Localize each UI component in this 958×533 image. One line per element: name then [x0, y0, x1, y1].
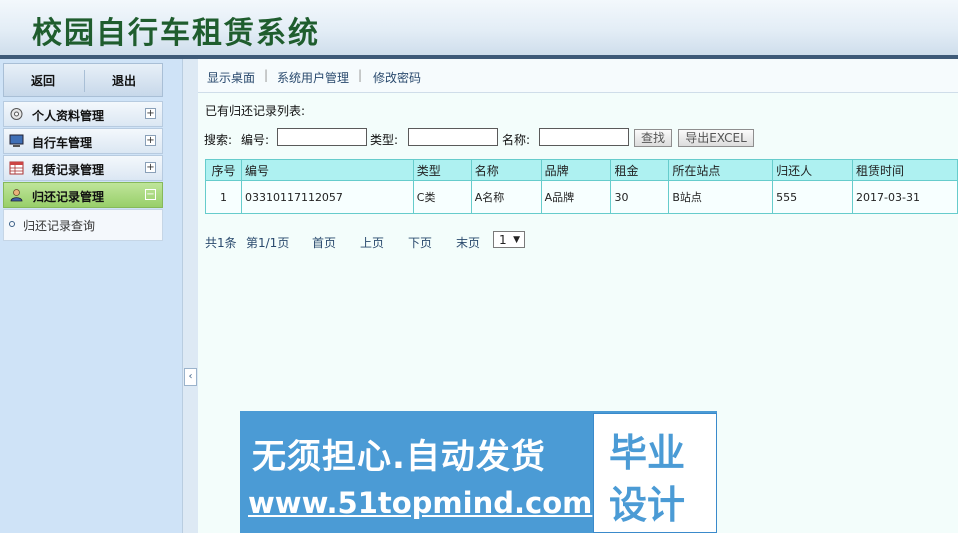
column-header: 类型: [412, 159, 472, 181]
watermark-line1: 无须担心.自动发货: [252, 437, 546, 477]
sidebar-item-returns[interactable]: 归还记录管理 −: [3, 182, 163, 208]
table-icon: [9, 161, 24, 175]
watermark-box: 毕业 设计: [593, 413, 717, 533]
last-page-link[interactable]: 末页: [456, 234, 480, 251]
sidebar-item-bicycles[interactable]: 自行车管理 +: [3, 128, 163, 154]
table-cell: 03310117112057: [240, 180, 414, 214]
column-header: 编号: [240, 159, 414, 181]
page-info: 第1/1页: [246, 236, 290, 250]
column-header: 租金: [610, 159, 670, 181]
column-header: 所在站点: [668, 159, 774, 181]
sidebar-item-profile[interactable]: 个人资料管理 +: [3, 101, 163, 127]
table-row[interactable]: 1 03310117112057 C类 A名称 A品牌 30 B站点 555 2…: [205, 180, 958, 214]
watermark-box-line2: 设计: [609, 483, 686, 527]
sidebar-splitter[interactable]: ‹: [182, 59, 199, 533]
back-button[interactable]: 返回: [4, 70, 82, 92]
table-cell: B站点: [668, 180, 774, 214]
code-label: 编号:: [241, 133, 270, 147]
sidebar-top-buttons: 返回 退出: [3, 63, 163, 97]
nav-separator: |: [264, 68, 269, 82]
search-prefix: 搜索:: [204, 133, 233, 147]
dropdown-arrow-icon: ▼: [513, 235, 520, 245]
app-header: 校园自行车租赁系统: [0, 0, 958, 55]
collapse-icon[interactable]: −: [145, 189, 156, 200]
top-nav: 显示桌面 | 系统用户管理 | 修改密码: [198, 59, 958, 93]
name-input[interactable]: [539, 128, 629, 146]
user-icon: [10, 189, 23, 202]
watermark-banner: 无须担心.自动发货 www.51topmind.com 毕业 设计: [240, 411, 717, 533]
sidebar-item-label: 租赁记录管理: [32, 163, 105, 177]
sidebar-item-label: 自行车管理: [32, 136, 93, 150]
nav-link-desktop[interactable]: 显示桌面: [207, 69, 255, 86]
return-records-table: 序号 编号 类型 名称 品牌 租金 所在站点 归还人 租赁时间 1 033101…: [205, 159, 958, 214]
gear-icon: [10, 108, 23, 120]
column-header: 序号: [205, 159, 242, 181]
type-label: 类型:: [370, 133, 399, 147]
nav-link-change-password[interactable]: 修改密码: [373, 69, 421, 86]
table-cell: 2017-03-31: [852, 180, 958, 214]
first-page-link[interactable]: 首页: [312, 234, 336, 251]
table-cell: C类: [412, 180, 472, 214]
column-header: 租赁时间: [852, 159, 958, 181]
expand-icon[interactable]: +: [145, 108, 156, 119]
watermark-box-line1: 毕业: [609, 431, 686, 475]
nav-link-users[interactable]: 系统用户管理: [277, 69, 349, 86]
table-cell: 555: [772, 180, 854, 214]
page-select-value: 1: [499, 233, 507, 247]
code-input[interactable]: [277, 128, 367, 146]
table-cell: 1: [205, 180, 242, 214]
list-title: 已有归还记录列表:: [205, 104, 306, 118]
submenu-item-return-query[interactable]: 归还记录查询: [23, 217, 95, 234]
pagination: 共1条 第1/1页 首页 上页 下页 末页 1 ▼: [205, 230, 945, 252]
bullet-icon: [9, 221, 15, 227]
sidebar-item-label: 个人资料管理: [32, 109, 105, 123]
collapse-sidebar-icon[interactable]: ‹: [184, 368, 197, 386]
sidebar: 返回 退出 个人资料管理 + 自行车管理 + 租赁记录管理 + 归还记录管理 −…: [0, 59, 182, 533]
column-header: 名称: [470, 159, 542, 181]
expand-icon[interactable]: +: [145, 162, 156, 173]
total-count: 共1条: [205, 236, 237, 250]
prev-page-link[interactable]: 上页: [360, 234, 384, 251]
watermark-url: www.51topmind.com: [248, 486, 593, 520]
table-header-row: 序号 编号 类型 名称 品牌 租金 所在站点 归还人 租赁时间: [205, 159, 958, 181]
column-header: 归还人: [772, 159, 854, 181]
page-select[interactable]: 1 ▼: [493, 231, 525, 248]
search-button[interactable]: 查找: [634, 129, 672, 147]
table-cell: A名称: [470, 180, 542, 214]
search-bar: 搜索: 编号: 类型: 名称: 查找 导出EXCEL: [204, 128, 958, 148]
table-cell: A品牌: [540, 180, 612, 214]
name-label: 名称:: [502, 133, 531, 147]
next-page-link[interactable]: 下页: [408, 234, 432, 251]
monitor-icon: [9, 134, 24, 147]
type-input[interactable]: [408, 128, 498, 146]
app-title: 校园自行车租赁系统: [32, 16, 320, 51]
nav-separator: |: [358, 68, 363, 82]
sidebar-item-rentals[interactable]: 租赁记录管理 +: [3, 155, 163, 181]
expand-icon[interactable]: +: [145, 135, 156, 146]
export-excel-button[interactable]: 导出EXCEL: [678, 129, 754, 147]
exit-button[interactable]: 退出: [84, 70, 163, 92]
column-header: 品牌: [540, 159, 612, 181]
table-cell: 30: [610, 180, 670, 214]
sidebar-item-label: 归还记录管理: [32, 190, 105, 204]
submenu-returns: 归还记录查询: [3, 209, 163, 241]
